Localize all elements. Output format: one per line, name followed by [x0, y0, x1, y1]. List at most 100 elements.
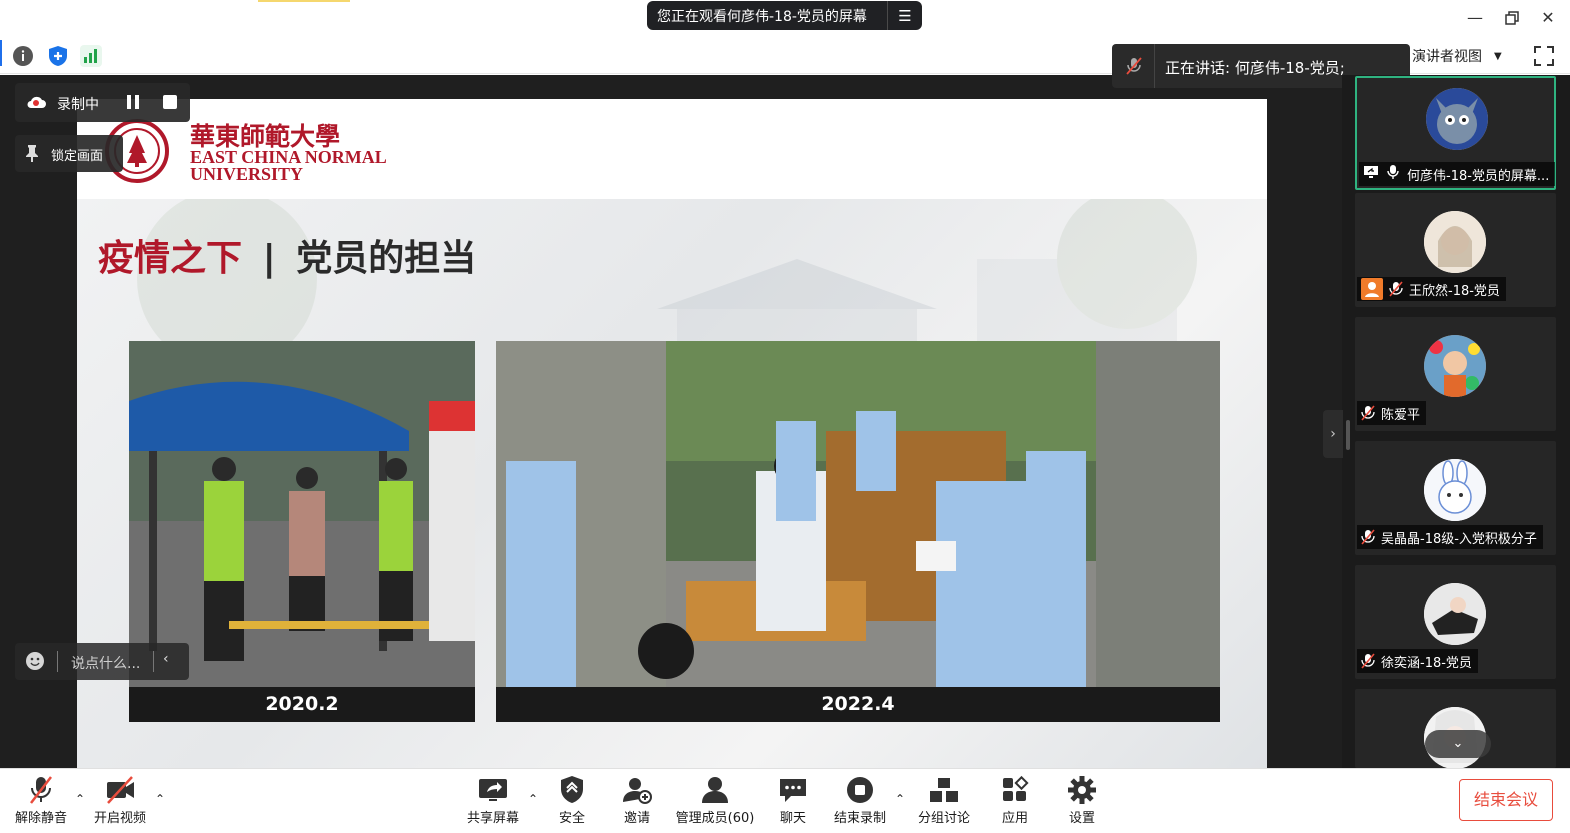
recording-label: 录制中 [57, 97, 99, 113]
recording-status: 录制中 [15, 83, 190, 122]
apps-icon [999, 775, 1031, 805]
share-screen-icon [477, 775, 509, 805]
signal-icon[interactable] [80, 45, 102, 67]
unmute-label: 解除静音 [14, 811, 67, 826]
manage-members-label: 管理成员(60) [675, 811, 755, 826]
avatar [1424, 459, 1486, 521]
university-name-en: EAST CHINA NORMAL UNIVERSITY [190, 148, 387, 184]
participant-name: 吴晶晶-18级-入党积极分子 [1381, 531, 1537, 547]
close-icon[interactable]: ✕ [1536, 6, 1560, 30]
participant-name: 何彦伟-18-党员的屏幕... [1407, 168, 1550, 184]
chat-placeholder: 说点什么... [71, 656, 141, 672]
apps-button[interactable]: 应用 [996, 775, 1034, 827]
gear-icon [1066, 775, 1098, 805]
audio-options-caret[interactable]: ⌃ [73, 792, 87, 806]
start-video-label: 开启视频 [93, 811, 146, 826]
share-screen-label: 共享屏幕 [466, 811, 519, 826]
mic-muted-icon [25, 775, 57, 805]
mic-on-icon [1387, 164, 1399, 184]
participant-tile-5[interactable]: 徐奕涵-18-党员 [1355, 565, 1556, 679]
pause-recording-icon[interactable] [125, 94, 141, 110]
shield-icon[interactable] [47, 45, 69, 67]
chat-divider-right [153, 651, 154, 672]
breakout-rooms-icon [928, 775, 960, 805]
participant-tile-3[interactable]: 陈爱平 [1355, 317, 1556, 431]
start-video-button[interactable]: 开启视频 [90, 775, 150, 827]
participant-namebar: 何彦伟-18-党员的屏幕... [1359, 162, 1556, 186]
chat-input-bar[interactable]: 说点什么... ‹ [15, 643, 189, 680]
end-meeting-button[interactable]: 结束会议 [1459, 779, 1553, 821]
chat-divider [57, 651, 58, 672]
chat-button[interactable]: 聊天 [774, 775, 812, 827]
members-icon [699, 775, 731, 805]
apps-label: 应用 [1001, 811, 1028, 826]
participant-namebar: 吴晶晶-18级-入党积极分子 [1357, 525, 1543, 549]
photo-2022 [496, 341, 1220, 687]
photo-2020 [129, 341, 475, 687]
chat-label: 聊天 [779, 811, 806, 826]
mic-muted-icon [1126, 57, 1142, 79]
video-options-caret[interactable]: ⌃ [153, 792, 167, 806]
video-off-icon [104, 775, 136, 805]
share-screen-button[interactable]: 共享屏幕 [462, 775, 524, 827]
security-button[interactable]: 安全 [552, 775, 592, 827]
user-avatar-icon [1361, 278, 1383, 300]
restore-icon[interactable] [1500, 6, 1524, 30]
minimize-icon[interactable]: — [1463, 6, 1487, 30]
photo-caption-2020: 2020.2 [129, 687, 475, 722]
collapse-panel-icon[interactable]: › [1323, 410, 1343, 458]
collapse-chat-icon[interactable]: ‹ [163, 651, 169, 667]
emoji-icon[interactable] [25, 651, 45, 675]
title-menu-icon[interactable]: ☰ [888, 7, 922, 25]
slide-title: 疫情之下 | 党员的担当 [98, 229, 476, 281]
settings-button[interactable]: 设置 [1062, 775, 1102, 827]
slide-title-dark: 党员的担当 [296, 238, 477, 279]
screen-share-icon [1363, 165, 1379, 183]
mic-muted-icon [1361, 529, 1375, 545]
participant-tile-1[interactable]: 何彦伟-18-党员的屏幕... [1355, 76, 1556, 190]
lock-screen-label: 锁定画面 [51, 149, 104, 164]
chevron-down-icon: ▼ [1494, 50, 1502, 62]
participant-namebar: 徐奕涵-18-党员 [1357, 649, 1478, 673]
info-icon[interactable] [12, 45, 34, 67]
add-user-icon [621, 775, 653, 805]
manage-members-button[interactable]: 管理成员(60) [674, 775, 756, 827]
pin-icon [25, 144, 39, 166]
window-title: 您正在观看何彦伟-18-党员的屏幕 [657, 8, 867, 25]
participant-name: 徐奕涵-18-党员 [1381, 655, 1472, 671]
mic-muted-icon [1361, 405, 1375, 421]
settings-label: 设置 [1068, 811, 1095, 826]
slide-title-red: 疫情之下 [98, 238, 243, 279]
stop-record-icon [844, 775, 876, 805]
lock-screen-button[interactable]: 锁定画面 [15, 135, 123, 172]
participant-tile-2[interactable]: 王欣然-18-党员 [1355, 193, 1556, 307]
participant-namebar: 王欣然-18-党员 [1357, 277, 1506, 301]
breakout-button[interactable]: 分组讨论 [914, 775, 974, 827]
title-accent-strip [258, 0, 350, 2]
breakout-label: 分组讨论 [917, 811, 970, 826]
invite-button[interactable]: 邀请 [618, 775, 656, 827]
stop-recording-icon[interactable] [163, 95, 177, 109]
avatar [1424, 335, 1486, 397]
unmute-button[interactable]: 解除静音 [12, 775, 70, 827]
stop-recording-label: 结束录制 [833, 811, 886, 826]
stop-recording-button[interactable]: 结束录制 [830, 775, 890, 827]
invite-label: 邀请 [623, 811, 650, 826]
sharing-title-pill[interactable]: 您正在观看何彦伟-18-党员的屏幕 ☰ [647, 1, 922, 30]
photo-caption-2022: 2022.4 [496, 687, 1220, 722]
presenter-view-dropdown[interactable]: 演讲者视图 ▼ [1412, 42, 1516, 70]
panel-scrollbar[interactable] [1346, 420, 1350, 450]
record-options-caret[interactable]: ⌃ [893, 792, 907, 806]
participant-namebar: 陈爱平 [1357, 401, 1427, 425]
slide-title-separator: | [262, 238, 276, 279]
fullscreen-icon[interactable] [1532, 44, 1556, 68]
participant-tile-4[interactable]: 吴晶晶-18级-入党积极分子 [1355, 441, 1556, 555]
share-options-caret[interactable]: ⌃ [526, 792, 540, 806]
scroll-down-button[interactable]: ⌄ [1425, 730, 1491, 758]
mic-muted-icon [1389, 281, 1403, 297]
speaker-divider [1154, 44, 1155, 88]
presenter-view-label: 演讲者视图 [1412, 49, 1482, 65]
university-name-en-line2: UNIVERSITY [190, 164, 304, 184]
mic-muted-icon [1361, 653, 1375, 669]
shield-icon [556, 775, 588, 805]
